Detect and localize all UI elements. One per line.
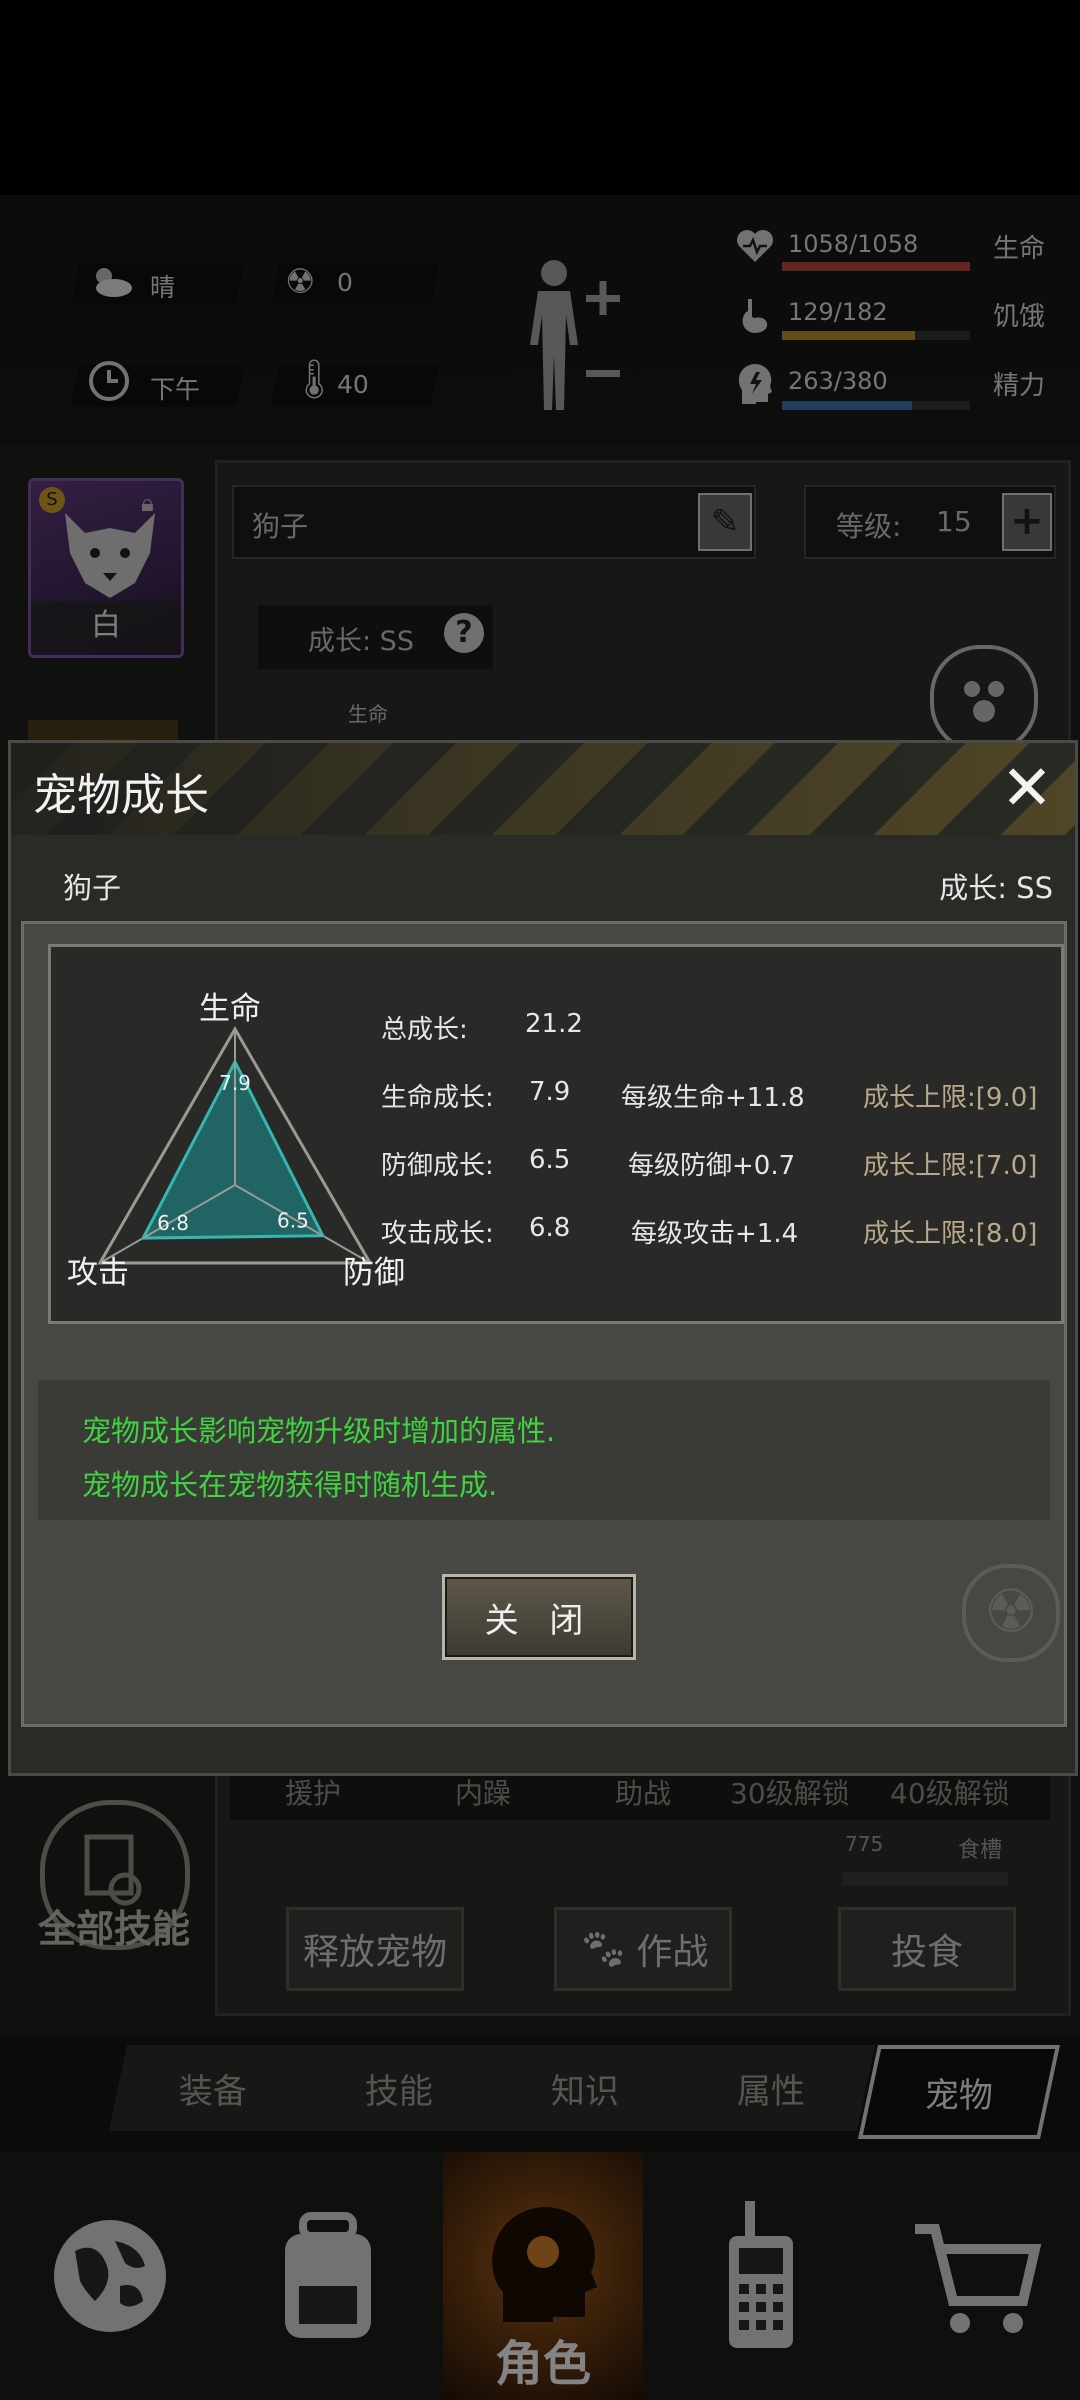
growth-frame: 7.9 6.5 6.8 生命 防御 攻击 总成长: 21.2 生命成长: 7.9 每… <box>21 921 1067 1727</box>
attack-growth-label: 攻击成长: <box>381 1219 494 1249</box>
attack-per-level: 每级攻击+1.4 <box>631 1219 799 1249</box>
life-growth-limit: 成长上限:[9.0] <box>863 1083 1038 1113</box>
description-line-1: 宠物成长影响宠物升级时增加的属性. <box>82 1414 556 1448</box>
life-growth-value: 7.9 <box>529 1077 571 1107</box>
radar-value-label-0: 7.9 <box>219 1071 251 1095</box>
description-line-2: 宠物成长在宠物获得时随机生成. <box>82 1468 498 1502</box>
total-growth-value: 21.2 <box>525 1009 583 1039</box>
close-x-icon[interactable]: ✕ <box>1001 753 1053 823</box>
radiation-watermark-icon: ☢ <box>962 1564 1060 1662</box>
dialog-title: 宠物成长 <box>33 770 209 821</box>
dialog-grade: 成长: SS <box>939 871 1053 905</box>
life-per-level: 每级生命+11.8 <box>621 1083 805 1113</box>
growth-stats-box: 7.9 6.5 6.8 生命 防御 攻击 总成长: 21.2 生命成长: 7.9 每… <box>48 944 1064 1324</box>
total-growth-label: 总成长: <box>381 1015 468 1045</box>
radar-axis-attack: 攻击 <box>67 1255 129 1291</box>
attack-growth-value: 6.8 <box>529 1213 571 1243</box>
radar-axis-life: 生命 <box>199 991 261 1027</box>
defense-growth-value: 6.5 <box>529 1145 571 1175</box>
radar-value-label-1: 6.5 <box>277 1209 309 1233</box>
defense-growth-label: 防御成长: <box>381 1151 494 1181</box>
close-button[interactable]: 关 闭 <box>442 1574 636 1660</box>
defense-per-level: 每级防御+0.7 <box>628 1151 796 1181</box>
radar-value-label-2: 6.8 <box>157 1211 189 1235</box>
growth-description: 宠物成长影响宠物升级时增加的属性. 宠物成长在宠物获得时随机生成. <box>38 1380 1050 1520</box>
attack-growth-limit: 成长上限:[8.0] <box>863 1219 1038 1249</box>
life-growth-label: 生命成长: <box>381 1083 494 1113</box>
defense-growth-limit: 成长上限:[7.0] <box>863 1151 1038 1181</box>
pet-growth-dialog: 宠物成长 ✕ 狗子 成长: SS 7.9 6.5 6.8 生命 防御 攻击 总成长:… <box>8 740 1078 1776</box>
dialog-pet-name: 狗子 <box>63 871 122 905</box>
radar-axis-defense: 防御 <box>343 1255 405 1291</box>
